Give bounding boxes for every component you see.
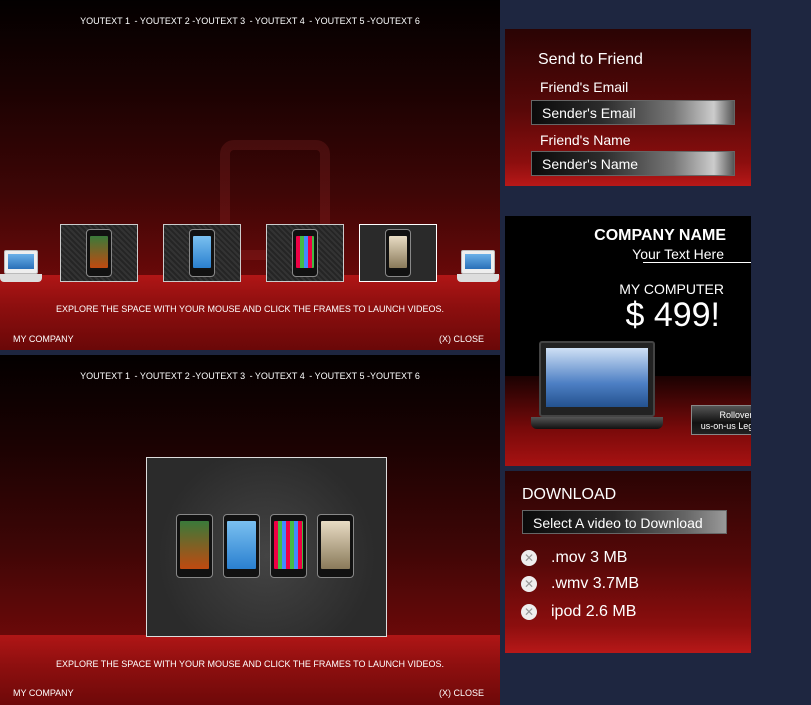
rollover-line-1: Rollover For <box>719 410 751 420</box>
product-promo-widget: COMPANY NAME Your Text Here MY COMPUTER … <box>505 216 751 466</box>
friend-email-label: Friend's Email <box>540 79 629 95</box>
top-navigation: YOUTEXT 1 - YOUTEXT 2 -YOUTEXT 3 - YOUTE… <box>0 371 500 381</box>
sender-email-field[interactable]: Sender's Email <box>531 100 735 125</box>
stage-floor <box>0 635 500 705</box>
option-label: ipod 2.6 MB <box>551 603 637 620</box>
download-option-wmv[interactable]: ✕ .wmv 3.7MB <box>521 575 639 593</box>
laptop-left-icon[interactable] <box>0 250 42 290</box>
phone-icon <box>176 514 213 578</box>
option-label: .wmv 3.7MB <box>551 575 640 592</box>
send-to-friend-widget: Send to Friend Friend's Email Sender's E… <box>505 29 751 186</box>
nav-link-2-3[interactable]: - YOUTEXT 2 -YOUTEXT 3 <box>134 371 247 381</box>
download-option-ipod[interactable]: ✕ ipod 2.6 MB <box>521 603 636 621</box>
top-navigation: YOUTEXT 1 - YOUTEXT 2 -YOUTEXT 3 - YOUTE… <box>0 16 500 26</box>
radio-icon: ✕ <box>521 604 537 620</box>
download-title: DOWNLOAD <box>522 486 617 503</box>
laptop-right-icon[interactable] <box>457 250 499 290</box>
product-price: $ 499! <box>625 296 720 334</box>
video-gallery-panel-bottom: YOUTEXT 1 - YOUTEXT 2 -YOUTEXT 3 - YOUTE… <box>0 355 500 705</box>
divider <box>643 262 751 263</box>
laptop-image <box>531 341 663 437</box>
nav-link-5-6[interactable]: - YOUTEXT 5 -YOUTEXT 6 <box>308 16 421 26</box>
video-frame-4[interactable] <box>359 224 437 282</box>
nav-link-1[interactable]: YOUTEXT 1 <box>79 371 131 381</box>
company-label[interactable]: MY COMPANY <box>13 334 74 344</box>
video-frame-3[interactable] <box>266 224 344 282</box>
instruction-text: EXPLORE THE SPACE WITH YOUR MOUSE AND CL… <box>55 659 445 669</box>
send-title: Send to Friend <box>538 51 643 68</box>
video-viewer[interactable] <box>146 457 387 637</box>
close-button[interactable]: (X) CLOSE <box>439 688 484 698</box>
phone-icon <box>223 514 260 578</box>
tagline: Your Text Here <box>632 246 724 262</box>
phone-icon <box>292 229 318 277</box>
nav-link-4[interactable]: - YOUTEXT 4 <box>249 371 306 381</box>
video-frame-1[interactable] <box>60 224 138 282</box>
rollover-line-2: us-on-us Legal Action <box>700 421 751 431</box>
radio-icon: ✕ <box>521 576 537 592</box>
nav-link-5-6[interactable]: - YOUTEXT 5 -YOUTEXT 6 <box>308 371 421 381</box>
video-frame-2[interactable] <box>163 224 241 282</box>
phone-icon <box>317 514 354 578</box>
download-option-mov[interactable]: ✕ .mov 3 MB <box>521 549 627 567</box>
nav-link-4[interactable]: - YOUTEXT 4 <box>249 16 306 26</box>
sender-name-field[interactable]: Sender's Name <box>531 151 735 176</box>
instruction-text: EXPLORE THE SPACE WITH YOUR MOUSE AND CL… <box>55 304 445 314</box>
video-gallery-panel-top: YOUTEXT 1 - YOUTEXT 2 -YOUTEXT 3 - YOUTE… <box>0 0 500 350</box>
friend-name-label: Friend's Name <box>540 132 631 148</box>
video-select-button[interactable]: Select A video to Download <box>522 510 727 534</box>
nav-link-1[interactable]: YOUTEXT 1 <box>79 16 131 26</box>
option-label: .mov 3 MB <box>551 549 628 566</box>
company-name: COMPANY NAME <box>594 227 726 244</box>
nav-link-2-3[interactable]: - YOUTEXT 2 -YOUTEXT 3 <box>134 16 247 26</box>
company-label[interactable]: MY COMPANY <box>13 688 74 698</box>
phone-icon <box>385 229 411 277</box>
close-button[interactable]: (X) CLOSE <box>439 334 484 344</box>
radio-icon: ✕ <box>521 550 537 566</box>
phone-icon <box>189 229 215 277</box>
phone-icon <box>86 229 112 277</box>
phone-icon <box>270 514 307 578</box>
rollover-button[interactable]: Rollover For us-on-us Legal Action <box>691 405 751 435</box>
download-widget: DOWNLOAD Select A video to Download ✕ .mo… <box>505 471 751 653</box>
product-name: MY COMPUTER <box>619 281 724 297</box>
